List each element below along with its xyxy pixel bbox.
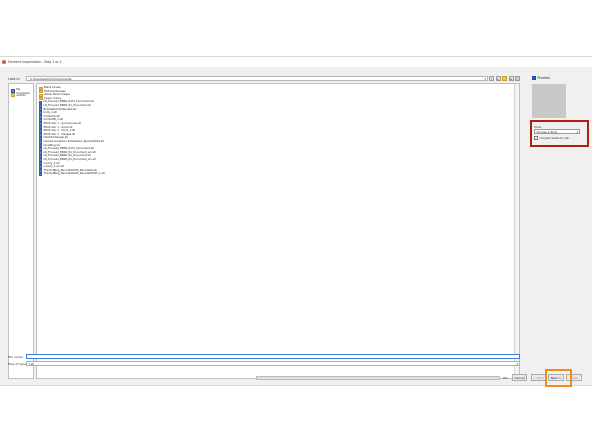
file-type-label: Files of type:: [8, 362, 28, 366]
cancel-button[interactable]: Cancel: [512, 374, 527, 381]
file-type-value: *.stl: [28, 362, 35, 366]
file-row[interactable]: ThinOutBlog_Recoded0195_Recoded0195_1.st…: [39, 172, 105, 177]
chevron-down-icon: ▾: [484, 77, 486, 81]
preview-image: [532, 84, 566, 118]
preview-toggle[interactable]: Preview: [532, 76, 550, 80]
list-view-icon[interactable]: ≡: [508, 76, 514, 81]
highlight-red-box: [530, 120, 589, 147]
file-list[interactable]: Blank Screen Editorial Recipes Iwllow thre…: [36, 83, 520, 379]
file-name-input[interactable]: [26, 354, 520, 359]
progress-percent: 0%: [503, 376, 508, 380]
file-list-scrollbar[interactable]: [514, 84, 519, 378]
chevron-down-icon: ▾: [516, 362, 518, 366]
highlight-orange-box: [545, 369, 572, 387]
user-folder-icon: [11, 93, 15, 97]
place-label: author: [16, 93, 26, 97]
import-progress-bar: [256, 376, 500, 380]
places-sidebar: My Computer author: [8, 83, 34, 379]
app-icon: [2, 60, 6, 64]
back-button[interactable]: < Back: [531, 374, 546, 381]
window-title: Element Importation - Step 1 or 1: [8, 60, 62, 64]
file-type-combo[interactable]: *.stl ▾: [26, 361, 520, 366]
details-view-icon[interactable]: ☷: [515, 76, 520, 81]
place-author[interactable]: author: [11, 93, 26, 97]
look-in-combo[interactable]: C:\Users\author\Documents ▾: [26, 76, 488, 81]
new-folder-icon[interactable]: [502, 76, 507, 81]
preview-checkbox[interactable]: [532, 76, 536, 80]
import-dialog-window: Element Importation - Step 1 or 1 Look i…: [0, 56, 592, 386]
file-name-label: File name:: [8, 355, 24, 359]
look-in-label: Look in:: [8, 77, 21, 81]
file-toolbar: ↑ ⌂ ≡ ☷: [489, 76, 520, 82]
title-bar: Element Importation - Step 1 or 1: [0, 57, 592, 67]
preview-label: Preview: [537, 76, 550, 80]
up-folder-icon[interactable]: ↑: [489, 76, 494, 81]
home-icon[interactable]: ⌂: [495, 76, 501, 81]
file-name: ThinOutBlog_Recoded0195_Recoded0195_1.st…: [43, 172, 105, 176]
look-in-path: C:\Users\author\Documents: [30, 77, 72, 81]
stl-file-icon: [39, 172, 42, 177]
